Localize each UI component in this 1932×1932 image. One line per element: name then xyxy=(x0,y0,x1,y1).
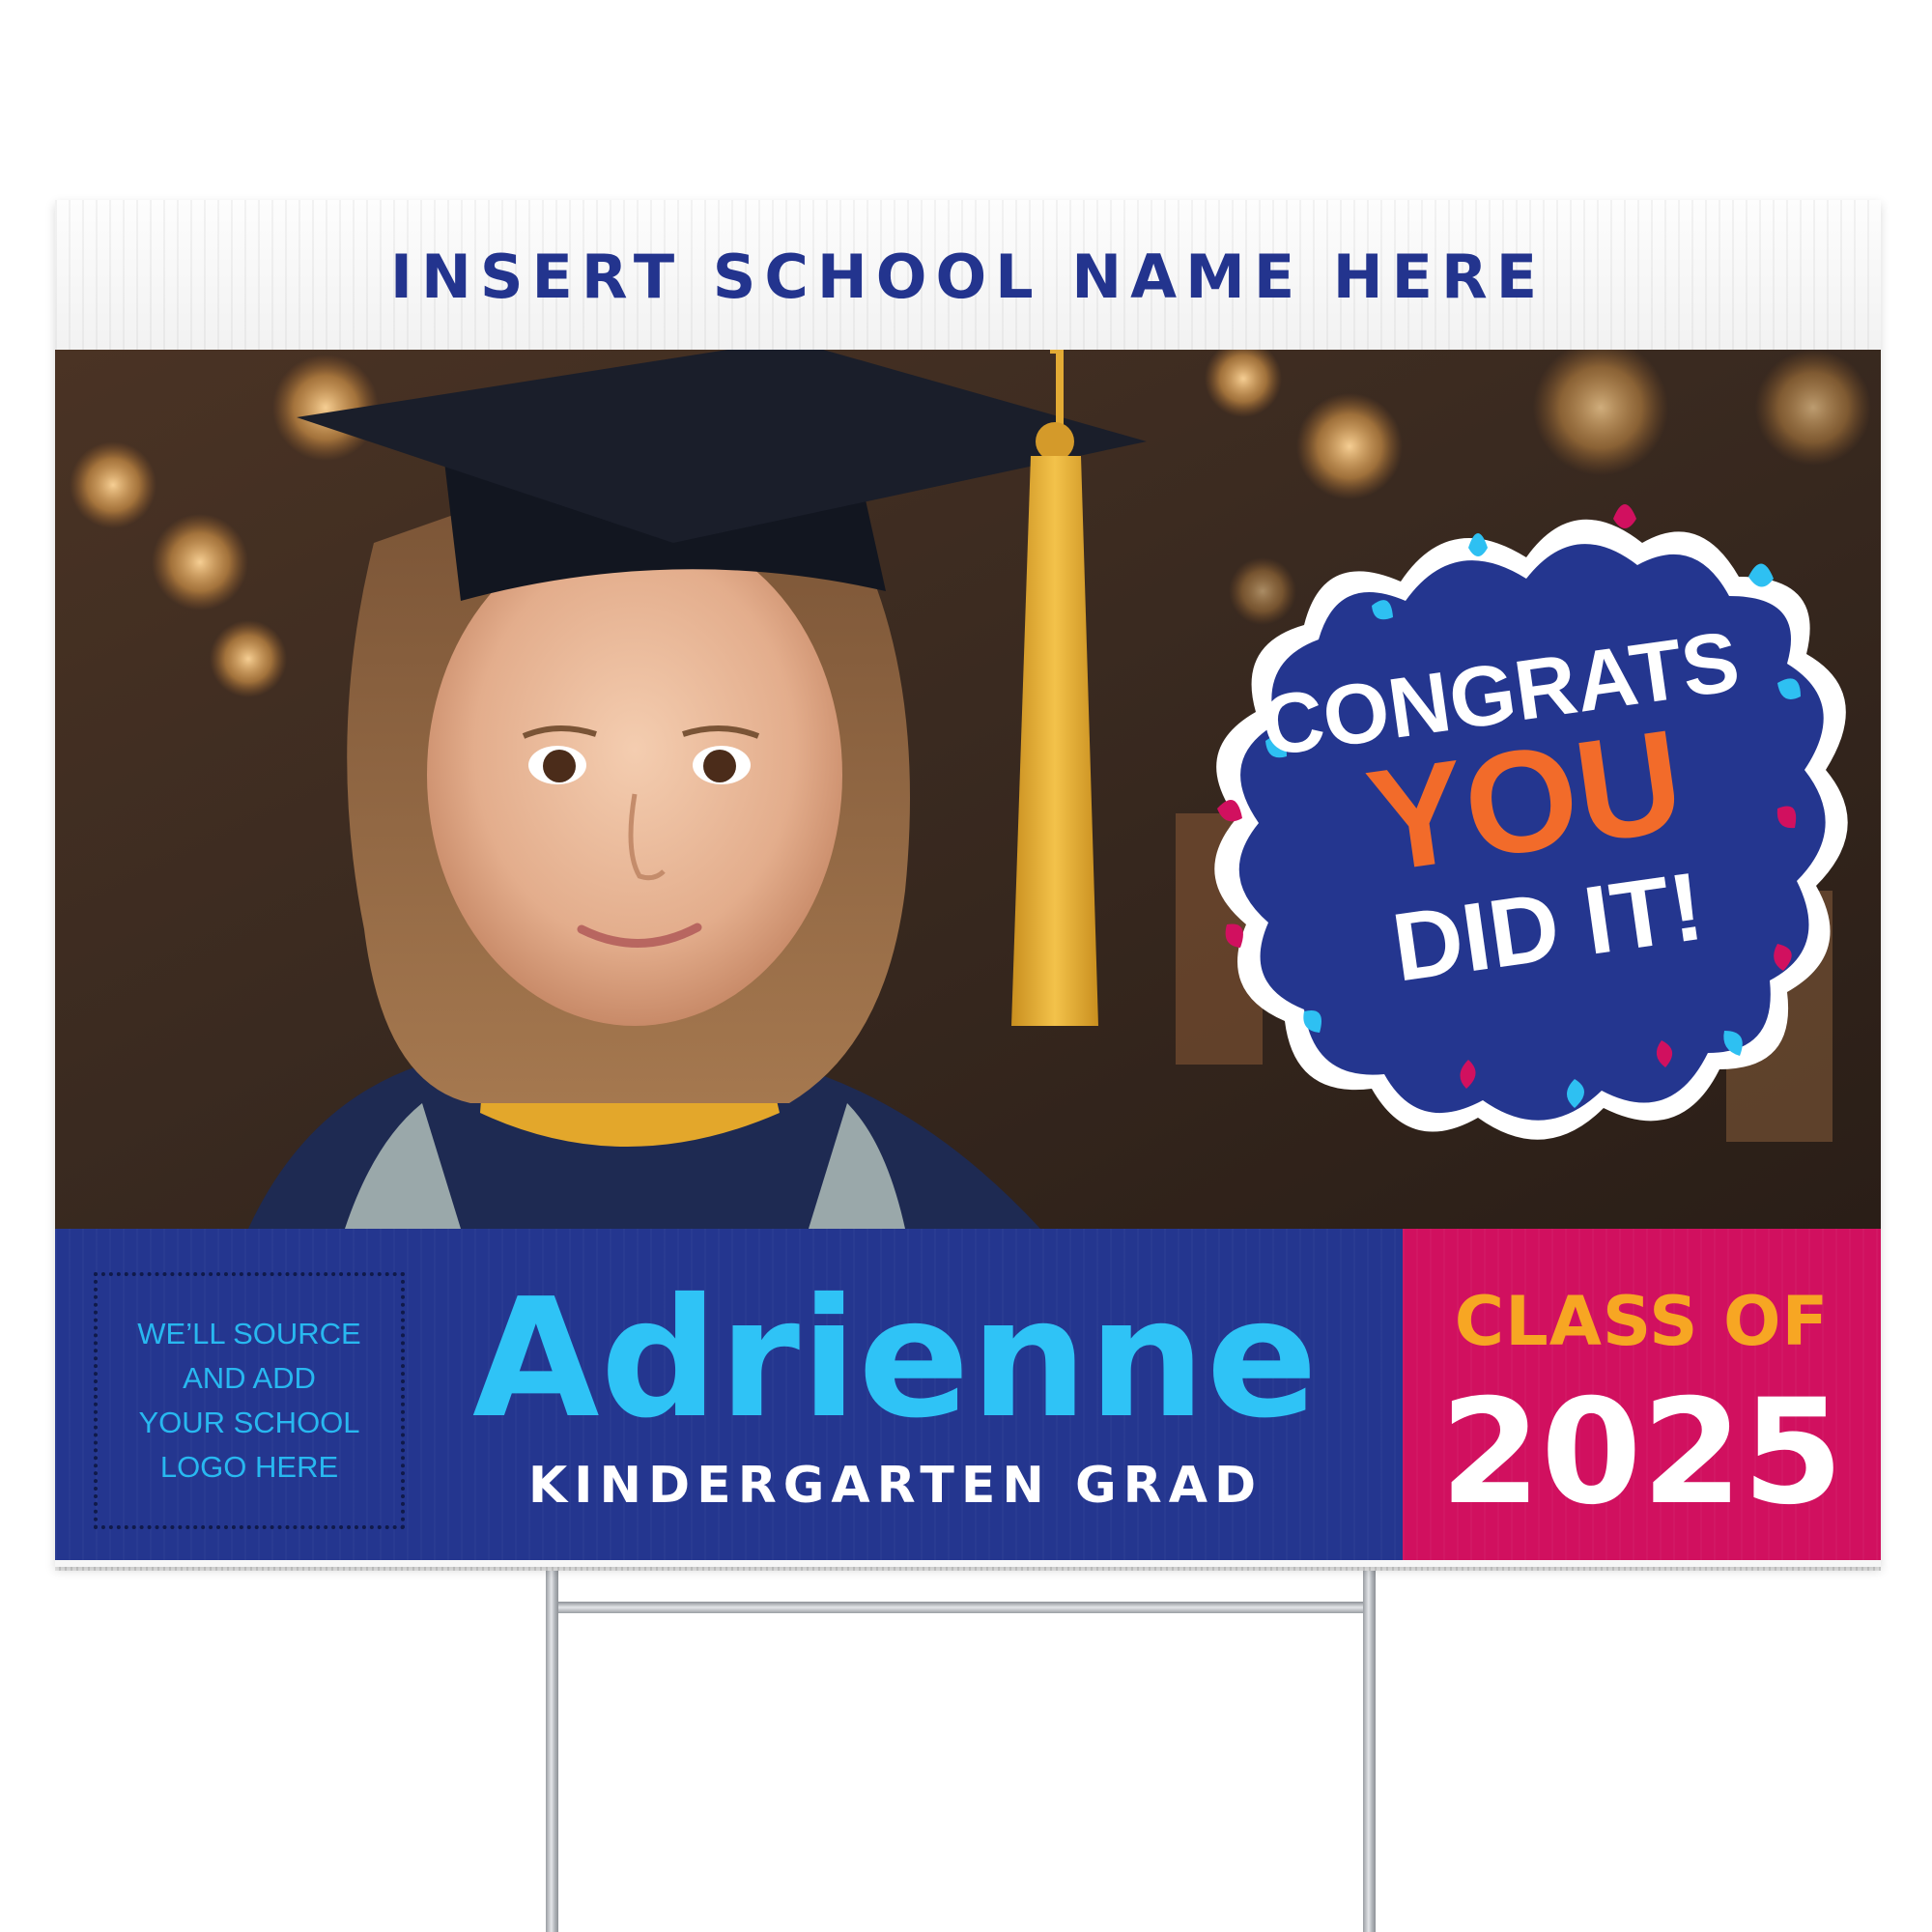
stake-leg-right xyxy=(1363,1546,1376,1932)
logo-placeholder-line: WE’LL SOURCE xyxy=(137,1317,361,1350)
class-year-box: CLASS OF 2025 xyxy=(1403,1229,1881,1560)
graduate-name: Adrienne xyxy=(471,1264,1319,1455)
graduate-subtitle: KINDERGARTEN GRAD xyxy=(527,1457,1264,1515)
school-logo-placeholder: WE’LL SOURCE AND ADD YOUR SCHOOL LOGO HE… xyxy=(94,1272,405,1529)
stake-leg-left xyxy=(546,1546,558,1932)
stake-crossbar xyxy=(551,1602,1372,1613)
logo-placeholder-line: YOUR SCHOOL xyxy=(138,1406,360,1439)
school-name: INSERT SCHOOL NAME HERE xyxy=(389,242,1547,312)
yard-sign-product-image: INSERT SCHOOL NAME HERE CONGRATS YOU DID… xyxy=(0,0,1932,1932)
class-year: 2025 xyxy=(1439,1369,1844,1537)
logo-placeholder-line: LOGO HERE xyxy=(159,1450,339,1484)
class-of-label: CLASS OF xyxy=(1454,1282,1830,1361)
yard-sign: INSERT SCHOOL NAME HERE CONGRATS YOU DID… xyxy=(55,200,1881,1567)
congrats-badge: CONGRATS YOU DID IT! xyxy=(1159,490,1874,1166)
school-name-strip: INSERT SCHOOL NAME HERE xyxy=(55,200,1881,350)
graduate-name-band: WE’LL SOURCE AND ADD YOUR SCHOOL LOGO HE… xyxy=(55,1229,1403,1560)
logo-placeholder-line: AND ADD xyxy=(183,1361,316,1395)
